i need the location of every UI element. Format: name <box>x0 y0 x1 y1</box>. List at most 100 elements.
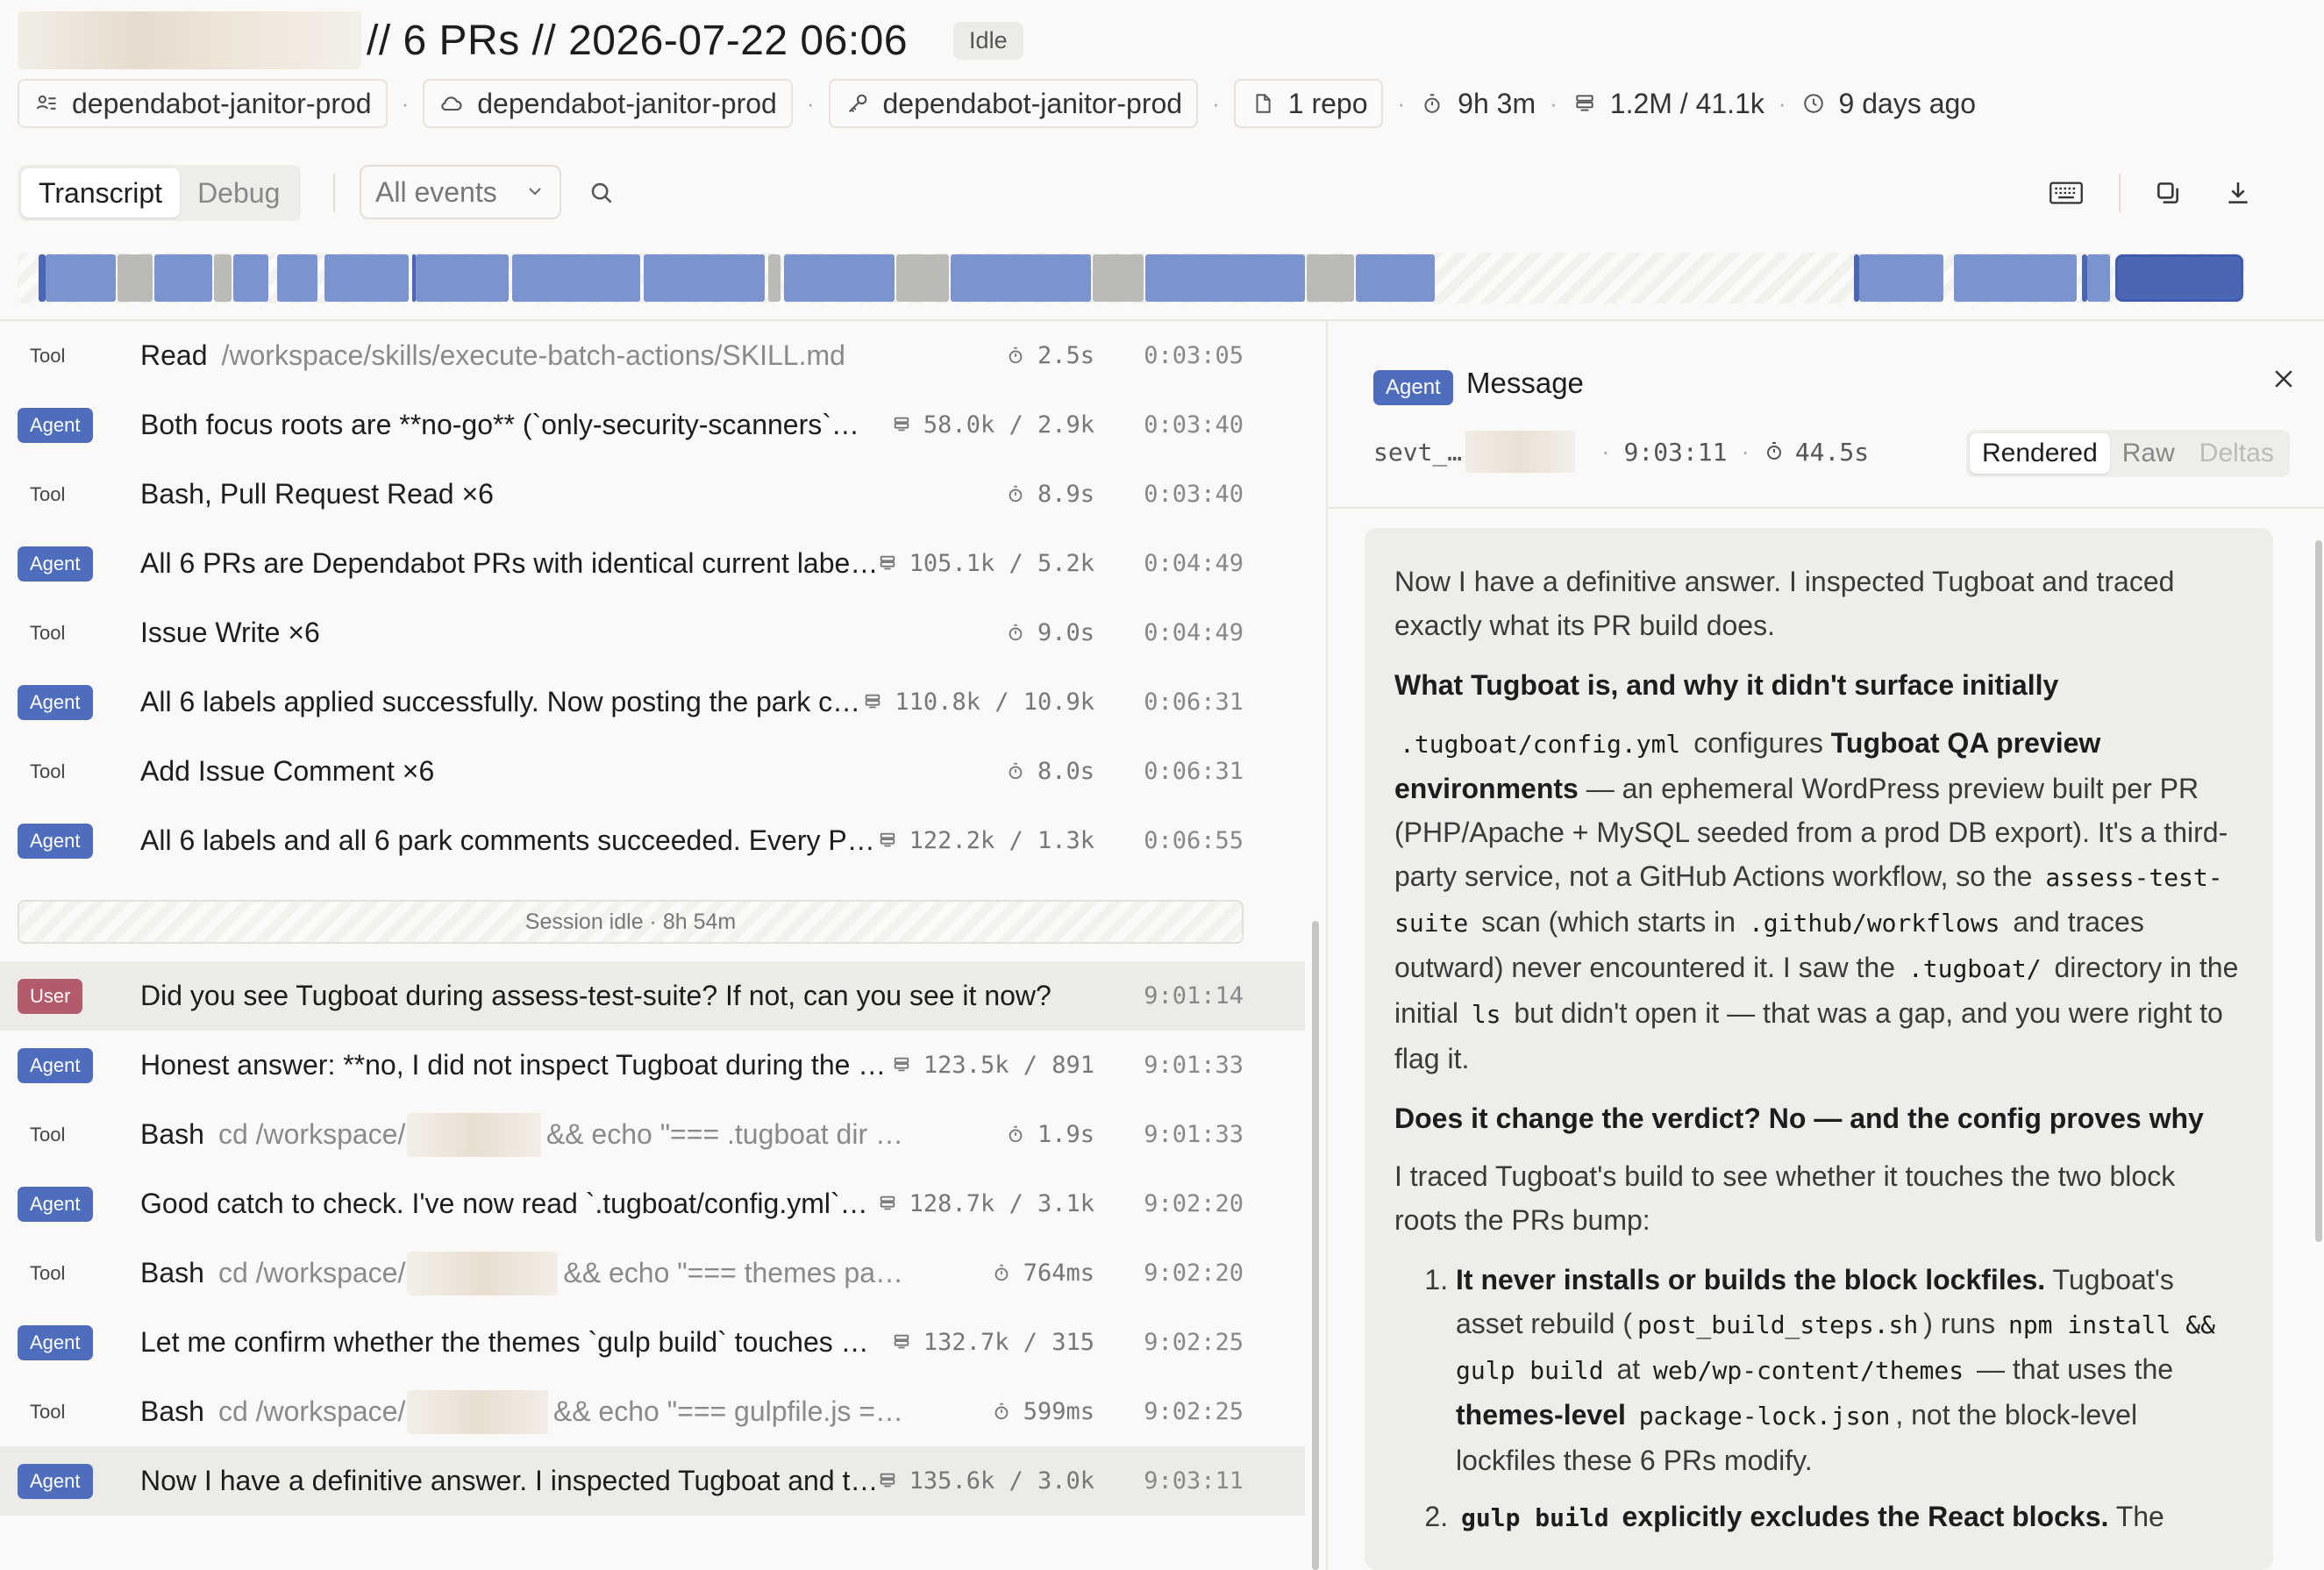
timeline-segment[interactable] <box>1307 254 1354 302</box>
timeline-segment[interactable] <box>768 254 781 302</box>
event-row[interactable]: Agent Good catch to check. I've now read… <box>0 1169 1305 1238</box>
event-row[interactable]: Tool Issue Write ×6 9.0s 0:04:49 <box>0 598 1305 667</box>
event-list: Tool Read/workspace/skills/execute-batch… <box>0 321 1326 1570</box>
timeline-segment[interactable] <box>39 254 46 302</box>
event-row[interactable]: Agent All 6 PRs are Dependabot PRs with … <box>0 529 1305 598</box>
timeline-segment[interactable] <box>1356 254 1435 302</box>
timeline-segment[interactable] <box>1859 254 1943 302</box>
message-paragraph: .tugboat/config.yml configures Tugboat Q… <box>1394 727 2239 1074</box>
environment-icon <box>33 90 60 117</box>
event-stat: 2.5s <box>1006 321 1094 390</box>
event-type-badge: Tool <box>30 1262 66 1284</box>
cloud-chip[interactable]: dependabot-janitor-prod <box>423 79 793 128</box>
event-path: /workspace/skills/execute-batch-actions/… <box>221 339 845 371</box>
close-icon[interactable] <box>2264 360 2303 398</box>
list-scrollbar[interactable] <box>1312 921 1319 1570</box>
event-summary: Bash cd /workspace/&& echo "=== gulpfile.… <box>140 1377 903 1446</box>
tab-debug[interactable]: Debug <box>180 168 297 218</box>
tab-raw[interactable]: Raw <box>2110 433 2187 474</box>
repo-chip[interactable]: 1 repo <box>1233 79 1384 128</box>
event-row[interactable]: Tool Bash cd /workspace/&& echo "=== them… <box>0 1238 1305 1308</box>
timeline-segment[interactable] <box>233 254 268 302</box>
message-body: Now I have a definitive answer. I inspec… <box>1365 528 2273 1570</box>
event-row[interactable]: Tool Read/workspace/skills/execute-batch… <box>0 321 1305 390</box>
event-filter-select[interactable]: All events <box>360 165 561 219</box>
redacted-session-name <box>18 11 361 69</box>
event-summary: All 6 labels applied successfully. Now p… <box>140 686 861 717</box>
event-filter-value: All events <box>375 175 497 208</box>
panel-scrollbar[interactable] <box>2315 540 2322 1242</box>
event-row[interactable]: Tool Bash cd /workspace/&& echo "=== .tug… <box>0 1100 1305 1169</box>
event-time: 9:03:11 <box>1144 1467 1244 1495</box>
event-stat: 8.0s <box>1006 737 1094 806</box>
event-summary: Bash, Pull Request Read ×6 <box>140 478 494 510</box>
event-summary: All 6 PRs are Dependabot PRs with identi… <box>140 547 879 579</box>
timeline-segment[interactable] <box>1093 254 1144 302</box>
stopwatch-icon <box>1006 484 1027 505</box>
search-icon[interactable] <box>584 175 619 211</box>
event-row[interactable]: Tool Bash cd /workspace/&& echo "=== gulp… <box>0 1377 1305 1446</box>
event-timeline[interactable] <box>18 253 2245 303</box>
key-chip[interactable]: dependabot-janitor-prod <box>828 79 1199 128</box>
event-row[interactable]: Agent Honest answer: **no, I did not ins… <box>0 1031 1305 1100</box>
event-time: 9:02:20 <box>1144 1190 1244 1217</box>
timeline-segment[interactable] <box>644 254 765 302</box>
timeline-selected-segment[interactable] <box>2115 254 2243 302</box>
timeline-segment[interactable] <box>118 254 153 302</box>
event-row[interactable]: Agent All 6 labels applied successfully.… <box>0 667 1305 737</box>
event-path: cd /workspace/ <box>217 1118 406 1150</box>
stopwatch-icon <box>1764 440 1786 463</box>
toolbar: Transcript Debug All events <box>18 165 2306 221</box>
event-row[interactable]: Agent Both focus roots are **no-go** (`o… <box>0 390 1305 460</box>
clock-icon <box>1800 90 1827 117</box>
tokens-icon <box>863 692 884 713</box>
timeline-segment[interactable] <box>1145 254 1305 302</box>
event-type-badge: Tool <box>30 622 66 644</box>
timeline-segment[interactable] <box>784 254 895 302</box>
tokens-icon <box>892 1332 913 1353</box>
event-row-selected[interactable]: Agent Now I have a definitive answer. I … <box>0 1446 1305 1516</box>
event-time: 0:03:40 <box>1144 411 1244 439</box>
token-value: 1.2M / 41.1k <box>1609 87 1764 119</box>
repo-label: 1 repo <box>1287 87 1368 119</box>
tokens-icon <box>878 831 899 852</box>
event-time: 9:02:20 <box>1144 1260 1244 1287</box>
timeline-segment[interactable] <box>214 254 232 302</box>
event-row[interactable]: User Did you see Tugboat during assess-t… <box>0 961 1305 1031</box>
message-time: 9:03:11 <box>1623 437 1728 467</box>
timeline-segment[interactable] <box>416 254 509 302</box>
duration: 9h 3m <box>1419 88 1536 120</box>
timeline-segment[interactable] <box>324 254 409 302</box>
timeline-segment[interactable] <box>896 254 949 302</box>
event-type-badge: Tool <box>30 760 66 782</box>
keyboard-icon[interactable] <box>2049 175 2084 211</box>
tab-rendered[interactable]: Rendered <box>1970 433 2110 474</box>
timeline-segment[interactable] <box>512 254 640 302</box>
environment-chip[interactable]: dependabot-janitor-prod <box>18 79 388 128</box>
timeline-segment[interactable] <box>2087 254 2110 302</box>
list-item: gulp build explicitly excludes the React… <box>1456 1495 2243 1540</box>
event-stat: 128.7k / 3.1k <box>878 1169 1094 1238</box>
download-icon[interactable] <box>2221 175 2256 211</box>
event-summary: Did you see Tugboat during assess-test-s… <box>140 980 1052 1011</box>
timeline-segment[interactable] <box>154 254 212 302</box>
event-time: 0:04:49 <box>1144 619 1244 646</box>
message-heading: Does it change the verdict? No — and the… <box>1394 1103 2204 1134</box>
event-type-badge: Tool <box>30 345 66 367</box>
event-stat: 123.5k / 891 <box>892 1031 1094 1100</box>
timeline-segment[interactable] <box>277 254 317 302</box>
copy-icon[interactable] <box>2150 175 2185 211</box>
timeline-segment[interactable] <box>46 254 116 302</box>
event-row[interactable]: Agent Let me confirm whether the themes … <box>0 1308 1305 1377</box>
event-row[interactable]: Tool Add Issue Comment ×6 8.0s 0:06:31 <box>0 737 1305 806</box>
timeline-segment[interactable] <box>951 254 1091 302</box>
tab-transcript[interactable]: Transcript <box>21 168 181 218</box>
timeline-segment[interactable] <box>1954 254 2077 302</box>
event-type-badge: Agent <box>18 1325 93 1360</box>
message-paragraph: Now I have a definitive answer. I inspec… <box>1394 566 2175 641</box>
event-time: 0:03:40 <box>1144 481 1244 508</box>
event-time: 0:06:31 <box>1144 689 1244 716</box>
message-duration: 44.5s <box>1794 437 1870 467</box>
event-row[interactable]: Agent All 6 labels and all 6 park commen… <box>0 806 1305 875</box>
event-row[interactable]: Tool Bash, Pull Request Read ×6 8.9s 0:0… <box>0 460 1305 529</box>
